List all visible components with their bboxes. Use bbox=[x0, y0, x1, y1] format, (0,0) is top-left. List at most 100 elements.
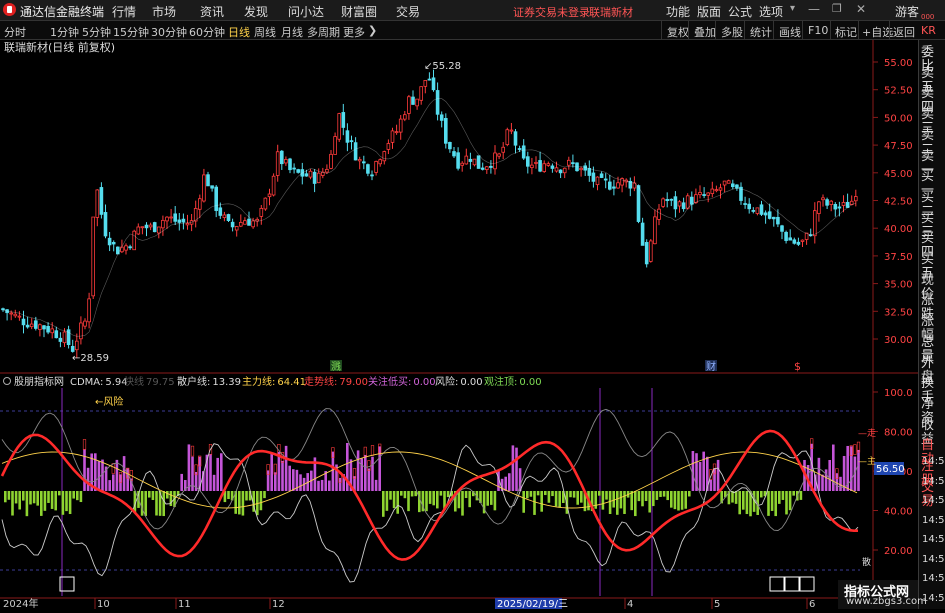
event-marker-3[interactable]: $ bbox=[794, 360, 801, 373]
candle-body bbox=[177, 219, 182, 223]
candle-body bbox=[25, 324, 30, 328]
hist-bar-up bbox=[338, 477, 342, 491]
tf-multi[interactable]: 多周期 bbox=[307, 24, 340, 40]
candle-body bbox=[571, 162, 575, 165]
candle-body bbox=[837, 206, 842, 209]
tick-time: 14:50 bbox=[922, 475, 945, 487]
menu-layout[interactable]: 版面 bbox=[697, 3, 721, 20]
candle-body bbox=[640, 222, 645, 246]
svg-text:走势线:79.00: 走势线: 79.00 bbox=[304, 375, 368, 388]
svg-text:11: 11 bbox=[178, 599, 191, 609]
candle-body bbox=[251, 220, 255, 228]
tb-mark[interactable]: 标记 bbox=[835, 24, 857, 40]
tf-intraday[interactable]: 分时 bbox=[4, 24, 26, 40]
candle-body bbox=[530, 164, 534, 169]
tb-f10[interactable]: F10 bbox=[808, 24, 828, 37]
svg-text:散户线:13.39: 散户线: 13.39 bbox=[177, 375, 241, 388]
chart-svg[interactable]: 联瑞新材(日线 前复权) 55.0052.5050.0047.5045.0042… bbox=[0, 40, 918, 610]
hist-bar-up bbox=[504, 476, 507, 491]
tb-stats[interactable]: 统计 bbox=[750, 24, 772, 40]
candle-body bbox=[247, 218, 251, 226]
hist-bar-down bbox=[29, 491, 32, 505]
candle-body bbox=[107, 237, 112, 246]
hist-bar-down bbox=[547, 491, 551, 503]
menu-market[interactable]: 行情 bbox=[112, 3, 136, 20]
hist-bar-up bbox=[299, 474, 302, 491]
candle-body bbox=[152, 222, 157, 233]
hist-bar-down bbox=[425, 491, 428, 512]
candle-body bbox=[366, 164, 370, 174]
candle-body bbox=[349, 140, 354, 143]
candle-body bbox=[394, 131, 399, 134]
indicator-value-text: 56.50 bbox=[876, 464, 905, 475]
candle-body bbox=[333, 136, 337, 155]
hist-bar-up bbox=[702, 451, 705, 491]
candle-body bbox=[218, 207, 223, 216]
hist-bar-up bbox=[220, 453, 223, 491]
candle-body bbox=[308, 170, 313, 178]
minimize-icon[interactable]: — bbox=[808, 2, 820, 16]
candle-body bbox=[517, 148, 522, 150]
hist-bar-down bbox=[4, 491, 7, 503]
tb-adjust[interactable]: 复权 bbox=[667, 24, 689, 40]
candle-body bbox=[567, 159, 571, 166]
hist-bar-up bbox=[371, 456, 374, 491]
candle-body bbox=[91, 216, 96, 297]
hist-bar-up bbox=[119, 474, 122, 491]
tf-60min[interactable]: 60分钟 bbox=[189, 24, 225, 40]
tb-multistock[interactable]: 多股 bbox=[721, 24, 743, 40]
tf-30min[interactable]: 30分钟 bbox=[151, 24, 187, 40]
candle-body bbox=[546, 163, 551, 166]
menu-function[interactable]: 功能 bbox=[666, 3, 690, 20]
menu-ask[interactable]: 问小达 bbox=[288, 3, 324, 20]
tf-more[interactable]: 更多 bbox=[343, 24, 365, 40]
hist-bar-up bbox=[284, 445, 288, 491]
tf-5min[interactable]: 5分钟 bbox=[82, 24, 111, 40]
close-icon[interactable]: ✕ bbox=[856, 2, 866, 16]
menu-trade[interactable]: 交易 bbox=[396, 3, 420, 20]
hist-bar-down bbox=[623, 491, 626, 514]
menu-options[interactable]: 选项 bbox=[759, 3, 783, 20]
dropdown-icon[interactable]: ▾ bbox=[790, 3, 795, 14]
candle-body bbox=[361, 161, 366, 164]
title-bar: 通达信金融终端 行情 市场 资讯 发现 问小达 财富圈 交易 证券交易未登录 联… bbox=[0, 0, 945, 21]
hist-bar-down bbox=[403, 491, 407, 499]
candle-body bbox=[817, 201, 821, 214]
candle-body bbox=[238, 221, 243, 227]
svg-text:2024年: 2024年 bbox=[3, 597, 38, 609]
price-tick: 35.00 bbox=[884, 280, 913, 291]
hist-bar-down bbox=[25, 491, 29, 517]
hist-bar-down bbox=[14, 491, 18, 504]
menu-wealth[interactable]: 财富圈 bbox=[341, 3, 377, 20]
svg-text:2025/02/19/三: 2025/02/19/三 bbox=[497, 599, 568, 609]
login-status[interactable]: 证券交易未登录 bbox=[513, 4, 590, 20]
menu-news[interactable]: 资讯 bbox=[200, 3, 224, 20]
hist-bar-down bbox=[522, 491, 525, 513]
restore-icon[interactable]: ❐ bbox=[832, 2, 842, 15]
candle-body bbox=[70, 345, 75, 352]
hist-bar-down bbox=[648, 491, 651, 513]
menu-formula[interactable]: 公式 bbox=[728, 3, 752, 20]
hist-bar-down bbox=[540, 491, 543, 512]
event-marker-2[interactable]: 财 bbox=[706, 360, 716, 373]
tf-weekly[interactable]: 周线 bbox=[254, 24, 276, 40]
chart-area[interactable]: 联瑞新材(日线 前复权) 55.00 52.50 50.00 47.50 45.00 42… bbox=[0, 40, 918, 610]
chevron-right-icon[interactable]: ❯ bbox=[368, 24, 377, 37]
tb-draw[interactable]: 画线 bbox=[779, 24, 801, 40]
user-guest[interactable]: 游客 bbox=[895, 3, 919, 20]
hist-bar-down bbox=[72, 491, 75, 499]
candle-body bbox=[673, 196, 678, 210]
menu-markets[interactable]: 市场 bbox=[152, 3, 176, 20]
hist-bar-down bbox=[382, 491, 385, 517]
menu-discover[interactable]: 发现 bbox=[244, 3, 268, 20]
tb-back[interactable]: 返回 bbox=[893, 24, 915, 40]
tf-15min[interactable]: 15分钟 bbox=[113, 24, 149, 40]
tf-1min[interactable]: 1分钟 bbox=[50, 24, 79, 40]
event-marker-1[interactable]: 溅 bbox=[331, 360, 341, 373]
tf-monthly[interactable]: 月线 bbox=[281, 24, 303, 40]
tick-time: 14:50 bbox=[922, 514, 945, 526]
tf-daily[interactable]: 日线 bbox=[228, 24, 250, 40]
hist-bar-down bbox=[770, 491, 774, 511]
tb-overlay[interactable]: 叠加 bbox=[694, 24, 716, 40]
tag-trend: —走 bbox=[858, 428, 876, 439]
